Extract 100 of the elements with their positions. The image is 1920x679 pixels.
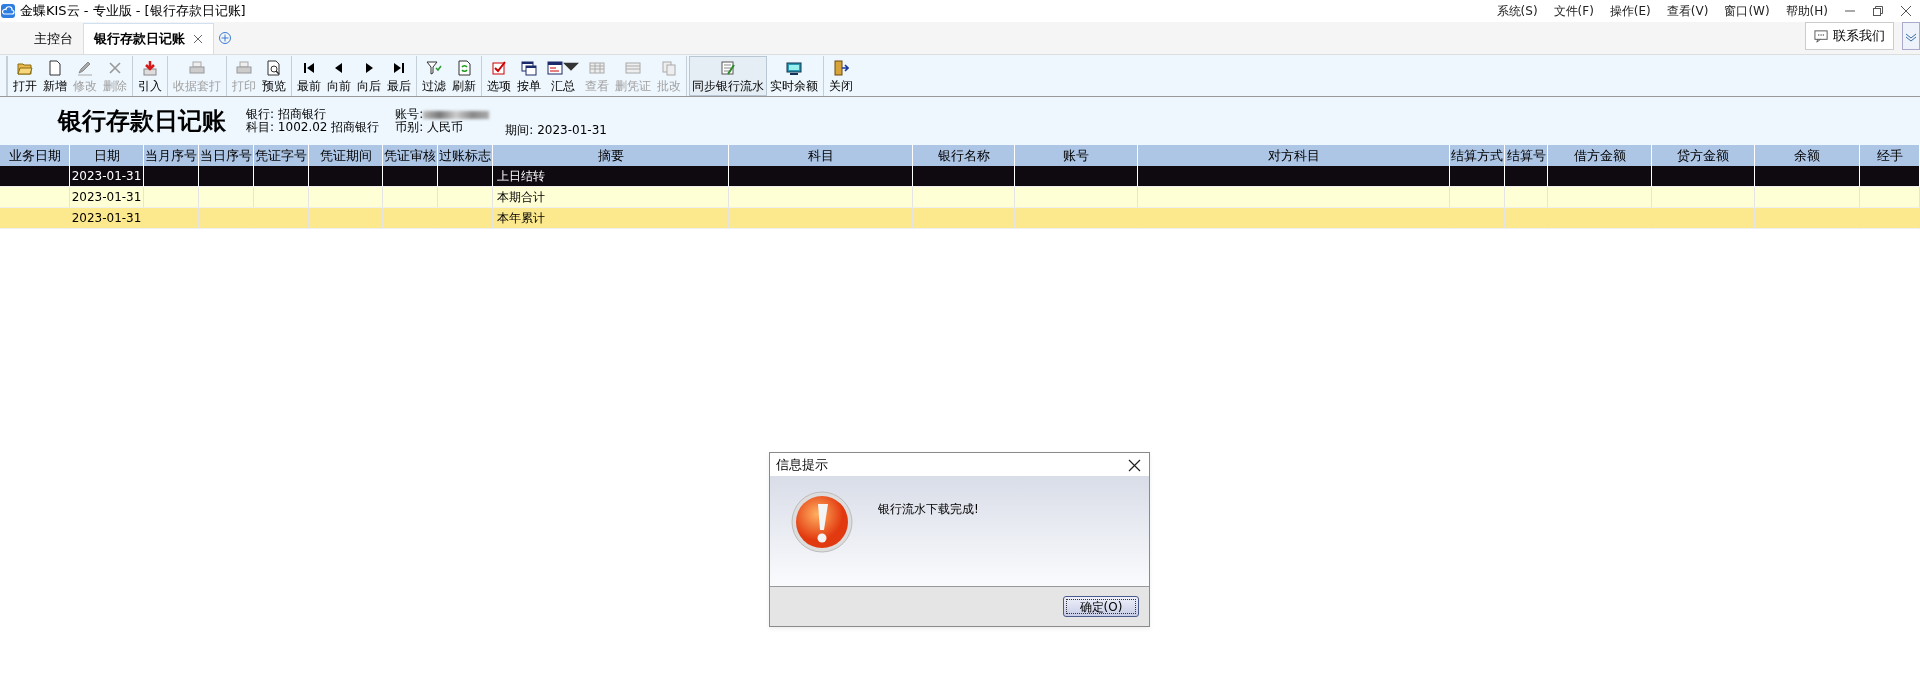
table-cell <box>144 166 199 187</box>
restore-icon[interactable] <box>1872 5 1884 17</box>
table-cell <box>254 166 309 187</box>
report-title: 银行存款日记账 <box>58 105 226 137</box>
pencil-icon <box>77 60 93 76</box>
menu-item[interactable]: 窗口(W) <box>1724 2 1770 20</box>
field-label: 账号: <box>395 108 424 121</box>
table-icon <box>625 60 641 76</box>
column-header[interactable]: 账号 <box>1015 145 1138 166</box>
import-icon <box>142 60 158 76</box>
column-header[interactable]: 余额 <box>1755 145 1860 166</box>
toolbar-button[interactable]: 刷新 <box>449 55 479 96</box>
toolbar-button[interactable]: 向后 <box>354 55 384 96</box>
toolbar-button[interactable]: 向前 <box>324 55 354 96</box>
toolbar-button[interactable]: 打开 <box>10 55 40 96</box>
table-cell: 上日结转 <box>493 166 729 187</box>
table-cell <box>254 208 309 229</box>
column-header[interactable]: 凭证期间 <box>309 145 383 166</box>
ledger-sync-icon <box>720 60 736 76</box>
table-cell <box>438 166 493 187</box>
add-tab-icon[interactable] <box>218 30 232 45</box>
table-cell: 本期合计 <box>493 187 729 208</box>
column-header[interactable]: 借方金额 <box>1548 145 1652 166</box>
refresh-icon <box>456 60 472 76</box>
dialog-title: 信息提示 <box>776 455 828 474</box>
toolbar-button[interactable]: 选项 <box>484 55 514 96</box>
ok-button[interactable]: 确定(O) <box>1063 596 1139 617</box>
toolbar-button[interactable]: 同步银行流水 <box>689 55 767 96</box>
table-cell <box>383 166 438 187</box>
table-cell <box>144 208 199 229</box>
table-cell <box>1505 166 1548 187</box>
close-icon[interactable] <box>1128 458 1141 472</box>
table-cell <box>1450 166 1505 187</box>
checkbox-icon <box>491 60 507 76</box>
column-header[interactable]: 过账标志 <box>438 145 493 166</box>
menu-item[interactable]: 操作(E) <box>1609 2 1651 20</box>
column-header[interactable]: 科目 <box>729 145 913 166</box>
toolbar-button[interactable]: 预览 <box>259 55 289 96</box>
field-text: 科目: 1002.02 招商银行 <box>246 121 380 134</box>
toolbar-button[interactable]: 实时余额 <box>767 55 821 96</box>
table-cell <box>199 166 254 187</box>
menu-item[interactable]: 帮助(H) <box>1785 2 1828 20</box>
column-header[interactable]: 日期 <box>70 145 144 166</box>
table-cell <box>1860 187 1920 208</box>
field-text: 币别: 人民币 <box>395 121 465 134</box>
table-cell: 2023-01-31 <box>70 208 144 229</box>
table-cell <box>144 187 199 208</box>
table-cell <box>1860 208 1920 229</box>
grid-icon <box>589 60 605 76</box>
table-cell <box>383 187 438 208</box>
tab[interactable]: 银行存款日记账 <box>83 23 214 54</box>
monitor-icon <box>786 60 802 76</box>
toolbar-button[interactable]: 引入 <box>135 55 165 96</box>
close-icon[interactable] <box>1900 5 1912 17</box>
table-cell <box>1505 187 1548 208</box>
column-header[interactable]: 凭证审核 <box>383 145 438 166</box>
magnifier-icon <box>266 60 282 76</box>
column-header[interactable]: 当月序号 <box>144 145 199 166</box>
table-cell <box>1450 208 1505 229</box>
menu-item[interactable]: 查看(V) <box>1666 2 1709 20</box>
toolbar-button[interactable]: 关闭 <box>826 55 856 96</box>
contact-button[interactable]: 联系我们 <box>1805 22 1894 50</box>
column-header[interactable]: 对方科目 <box>1138 145 1450 166</box>
window-icon <box>547 60 563 76</box>
window-icon <box>521 60 537 76</box>
column-header[interactable]: 业务日期 <box>0 145 70 166</box>
column-header[interactable]: 当日序号 <box>199 145 254 166</box>
column-header[interactable]: 摘要 <box>493 145 729 166</box>
column-header[interactable]: 银行名称 <box>913 145 1015 166</box>
column-header[interactable]: 结算方式 <box>1450 145 1505 166</box>
dropdown-button[interactable] <box>1902 22 1920 50</box>
toolbar-button[interactable]: 过滤 <box>419 55 449 96</box>
toolbar-button[interactable]: 按单 <box>514 55 544 96</box>
toolbar-button[interactable]: 汇总 <box>544 55 582 96</box>
column-header[interactable]: 结算号 <box>1505 145 1548 166</box>
warning-icon <box>790 490 854 554</box>
table-cell <box>438 208 493 229</box>
table-cell: 2023-01-31 <box>70 166 144 187</box>
funnel-icon <box>426 60 442 76</box>
table-cell: 本年累计 <box>493 208 729 229</box>
printer-icon <box>189 60 205 76</box>
table-cell <box>1505 208 1548 229</box>
folder-icon <box>17 60 33 76</box>
column-header[interactable]: 贷方金额 <box>1652 145 1755 166</box>
toolbar-button[interactable]: 新增 <box>40 55 70 96</box>
table-cell <box>438 187 493 208</box>
menu-item[interactable]: 系统(S) <box>1496 2 1538 20</box>
chevron-icon <box>1904 31 1918 42</box>
toolbar-button[interactable]: 最前 <box>294 55 324 96</box>
first-icon <box>301 60 317 76</box>
table-cell <box>383 208 438 229</box>
window-title: 金蝶KIS云 - 专业版 - [银行存款日记账] <box>20 2 246 21</box>
table-cell <box>254 187 309 208</box>
chat-icon <box>1814 28 1829 44</box>
column-header[interactable]: 凭证字号 <box>254 145 309 166</box>
menu-item[interactable]: 文件(F) <box>1553 2 1594 20</box>
column-header[interactable]: 经手 <box>1860 145 1920 166</box>
tab[interactable]: 主控台 <box>24 23 83 54</box>
toolbar-button[interactable]: 最后 <box>384 55 414 96</box>
table-cell: 2023-01-31 <box>70 187 144 208</box>
